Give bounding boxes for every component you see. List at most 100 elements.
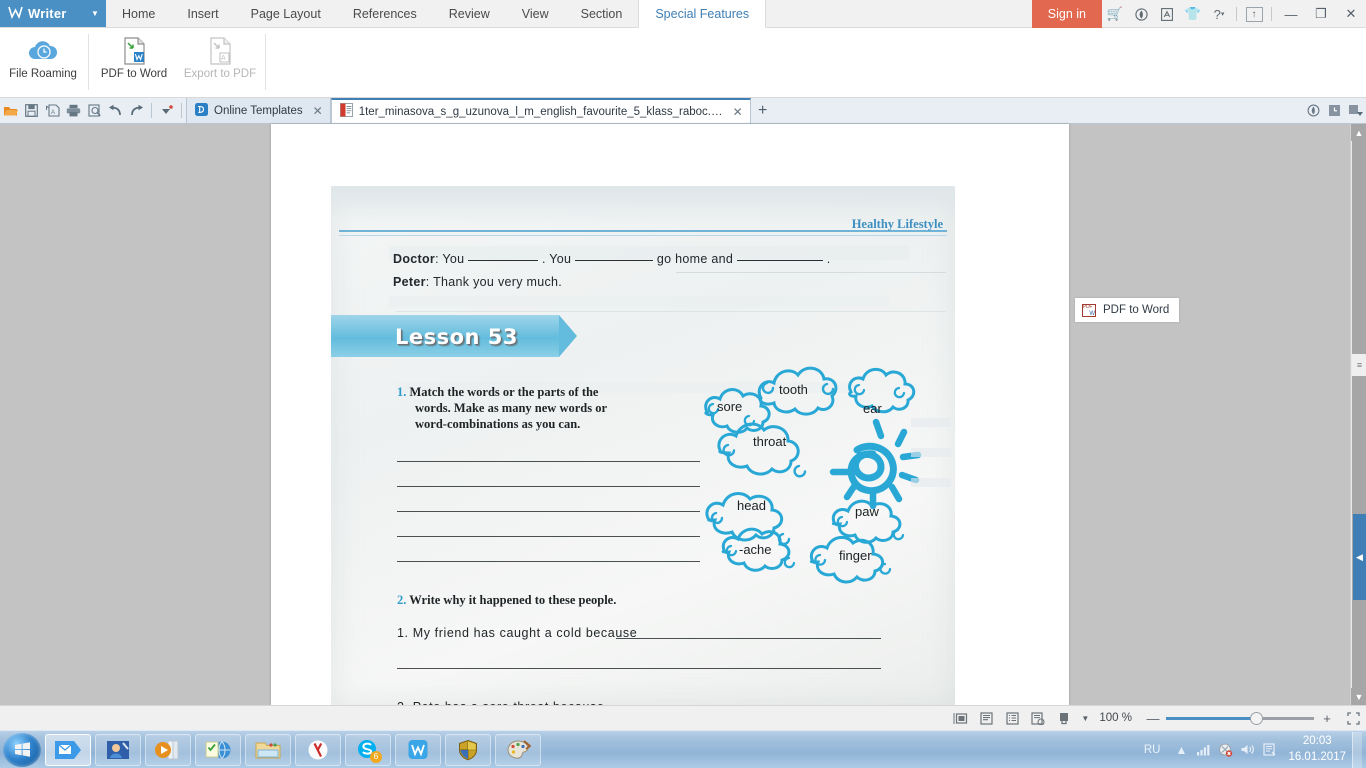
pdf-to-word-button[interactable]: PDF to Word xyxy=(91,28,177,96)
menu-special-features[interactable]: Special Features xyxy=(638,0,766,28)
menu-section[interactable]: Section xyxy=(565,0,639,28)
taskbar-item-wps-writer[interactable] xyxy=(395,734,441,766)
write-line xyxy=(397,486,700,487)
help-icon[interactable]: ?▾ xyxy=(1206,0,1232,28)
document-page[interactable]: Healthy Lifestyle Doctor: You . You go h… xyxy=(271,124,1069,705)
undo-icon[interactable] xyxy=(105,99,126,123)
close-tab-icon[interactable]: ✕ xyxy=(733,105,743,119)
outline-view-icon[interactable] xyxy=(999,706,1025,730)
ghost-text xyxy=(911,448,951,457)
export-to-pdf-label: Export to PDF xyxy=(184,68,256,81)
antivirus-alert-icon[interactable] xyxy=(1214,743,1236,757)
page-view-icon[interactable] xyxy=(973,706,999,730)
taskbar-item-paint[interactable] xyxy=(495,734,541,766)
cloud-clock-icon xyxy=(26,34,60,68)
reading-mode-icon[interactable] xyxy=(1051,706,1077,730)
zoom-slider[interactable] xyxy=(1166,717,1314,720)
write-line xyxy=(616,638,881,639)
print-icon[interactable] xyxy=(63,99,84,123)
vertical-scrollbar[interactable]: ▲ ▼ ≡ ◀ xyxy=(1350,124,1366,705)
action-center-icon[interactable] xyxy=(1258,743,1280,756)
print-preview-icon[interactable] xyxy=(84,99,105,123)
restore-icon[interactable]: ❐ xyxy=(1306,0,1336,28)
scrollbar-track[interactable] xyxy=(1352,141,1366,688)
cloud-label-ache: -ache xyxy=(739,542,772,557)
new-tab-button[interactable]: + xyxy=(751,102,775,120)
network-signal-icon[interactable] xyxy=(1192,743,1214,756)
taskbar-item-file-explorer[interactable] xyxy=(245,734,291,766)
divider xyxy=(1236,7,1237,21)
exercise-2: 2. Write why it happened to these people… xyxy=(397,592,616,608)
menu-view[interactable]: View xyxy=(506,0,565,28)
cloud-label-ear: ear xyxy=(863,401,882,416)
pdf-to-word-panel-button[interactable]: PDF to Word xyxy=(1075,298,1179,322)
drop-icon[interactable] xyxy=(1303,99,1324,123)
scrollbar-thumb[interactable]: ≡ xyxy=(1352,354,1366,376)
taskbar-item-media-player[interactable] xyxy=(145,734,191,766)
tray-date: 16.01.2017 xyxy=(1288,750,1346,766)
export-to-pdf-icon: A xyxy=(206,34,234,68)
open-folder-icon[interactable] xyxy=(0,99,21,123)
taskbar-item-security-shield[interactable] xyxy=(445,734,491,766)
view-caret-icon[interactable]: ▼ xyxy=(1077,706,1093,730)
menu-page-layout[interactable]: Page Layout xyxy=(235,0,337,28)
minimize-icon[interactable]: — xyxy=(1276,0,1306,28)
layout-caret-icon[interactable] xyxy=(1345,99,1366,123)
dialogue-text: . xyxy=(827,252,831,266)
web-layout-icon[interactable] xyxy=(1025,706,1051,730)
file-roaming-button[interactable]: File Roaming xyxy=(0,28,86,96)
app-menu-caret-icon[interactable]: ▼ xyxy=(84,0,106,27)
taskbar-item-internet-browser[interactable] xyxy=(195,734,241,766)
fit-screen-icon[interactable] xyxy=(1340,706,1366,730)
sign-in-button[interactable]: Sign in xyxy=(1032,0,1102,28)
answer-blank xyxy=(575,260,653,261)
zoom-out-button[interactable]: — xyxy=(1140,706,1166,730)
save-icon[interactable] xyxy=(21,99,42,123)
drop-icon[interactable] xyxy=(1128,0,1154,28)
divider xyxy=(1271,7,1272,21)
document-icon[interactable] xyxy=(1154,0,1180,28)
zoom-in-button[interactable]: + xyxy=(1314,706,1340,730)
document-tab-pdf[interactable]: 1ter_minasova_s_g_uzunova_l_m_english_fa… xyxy=(331,98,751,123)
cloud-label-sore: sore xyxy=(717,399,742,414)
taskbar-item-windows-live[interactable] xyxy=(95,734,141,766)
panel-collapse-tab[interactable]: ◀ xyxy=(1353,514,1366,600)
windows-start-orb-icon[interactable] xyxy=(3,733,41,767)
cloud-label-tooth: tooth xyxy=(779,382,808,397)
taskbar-item-yandex-browser[interactable] xyxy=(295,734,341,766)
save-as-pdf-icon[interactable]: A xyxy=(42,99,63,123)
app-brand[interactable]: Writer xyxy=(0,0,84,27)
menu-references[interactable]: References xyxy=(337,0,433,28)
menu-insert[interactable]: Insert xyxy=(171,0,234,28)
menu-home[interactable]: Home xyxy=(106,0,171,28)
show-desktop-button[interactable] xyxy=(1352,732,1362,768)
title-bar-right: Sign in 🛒 👕 ?▾ ↑ — ❐ ✕ xyxy=(1032,0,1366,28)
volume-icon[interactable] xyxy=(1236,743,1258,756)
show-hidden-icons-icon[interactable]: ▲ xyxy=(1170,743,1192,757)
shirt-icon[interactable]: 👕 xyxy=(1180,0,1206,28)
taskbar-item-skype[interactable]: 6 xyxy=(345,734,391,766)
close-icon[interactable]: ✕ xyxy=(1336,0,1366,28)
wps-writer-logo-icon xyxy=(8,6,23,21)
tray-language-indicator[interactable]: RU xyxy=(1144,744,1161,756)
zoom-slider-handle[interactable] xyxy=(1250,712,1263,725)
scroll-down-icon[interactable]: ▼ xyxy=(1351,688,1366,705)
history-icon[interactable] xyxy=(1324,99,1345,123)
dialogue-doctor-line: Doctor: You . You go home and . xyxy=(393,252,830,266)
exercise-1: 1. Match the words or the parts of the w… xyxy=(397,384,695,432)
tray-clock[interactable]: 20:03 16.01.2017 xyxy=(1288,734,1346,765)
exercise-prompt: Write why it happened to these people. xyxy=(409,593,616,607)
cart-icon[interactable]: 🛒 xyxy=(1102,0,1128,28)
customize-caret-icon[interactable] xyxy=(156,99,177,123)
menu-review[interactable]: Review xyxy=(433,0,506,28)
upload-icon[interactable]: ↑ xyxy=(1241,0,1267,28)
document-tab-online-templates[interactable]: Online Templates ✕ xyxy=(186,98,331,123)
document-workspace[interactable]: Healthy Lifestyle Doctor: You . You go h… xyxy=(0,124,1366,705)
close-tab-icon[interactable]: ✕ xyxy=(313,104,323,118)
taskbar-item-mail[interactable] xyxy=(45,734,91,766)
divider xyxy=(181,103,182,118)
export-to-pdf-button[interactable]: A Export to PDF xyxy=(177,28,263,96)
scroll-up-icon[interactable]: ▲ xyxy=(1351,124,1366,141)
full-screen-icon[interactable] xyxy=(947,706,973,730)
redo-icon[interactable] xyxy=(126,99,147,123)
